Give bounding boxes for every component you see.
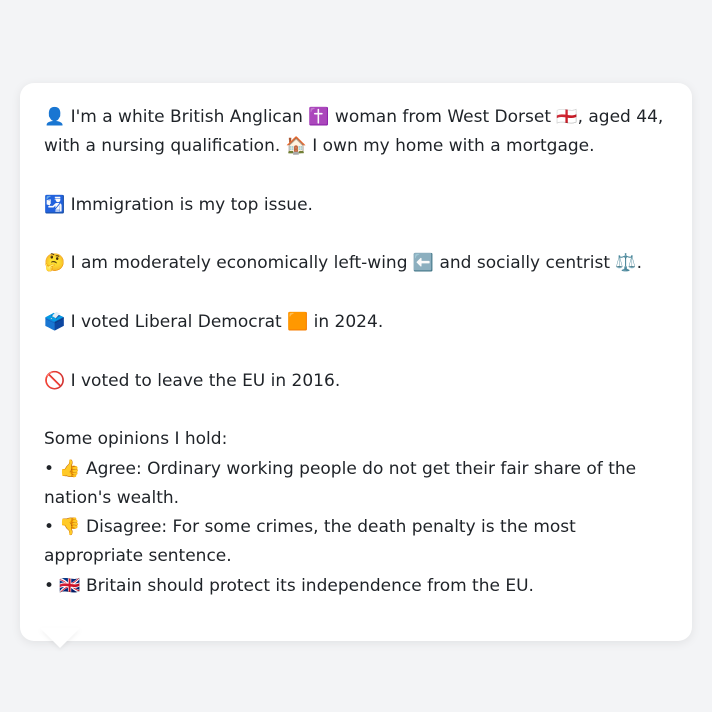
opinion-item: • 👍 Agree: Ordinary working people do no… bbox=[44, 458, 637, 508]
ideology-text: 🤔 I am moderately economically left-wing… bbox=[44, 253, 642, 274]
opinions-heading: Some opinions I hold: bbox=[44, 429, 228, 450]
eu-vote-text: 🚫 I voted to leave the EU in 2016. bbox=[44, 370, 341, 391]
bubble-tail bbox=[40, 628, 80, 648]
top-issue-text: 🛂 Immigration is my top issue. bbox=[44, 194, 313, 215]
opinions-section: Some opinions I hold: • 👍 Agree: Ordinar… bbox=[44, 425, 668, 601]
vote-2024-text: 🗳️ I voted Liberal Democrat 🟧 in 2024. bbox=[44, 312, 384, 333]
opinion-item: • 🇬🇧 Britain should protect its independ… bbox=[44, 575, 534, 596]
bio-paragraph: 👤 I'm a white British Anglican ✝️ woman … bbox=[44, 107, 664, 157]
opinion-item: • 👎 Disagree: For some crimes, the death… bbox=[44, 517, 576, 567]
persona-message-bubble: 👤 I'm a white British Anglican ✝️ woman … bbox=[20, 83, 692, 641]
